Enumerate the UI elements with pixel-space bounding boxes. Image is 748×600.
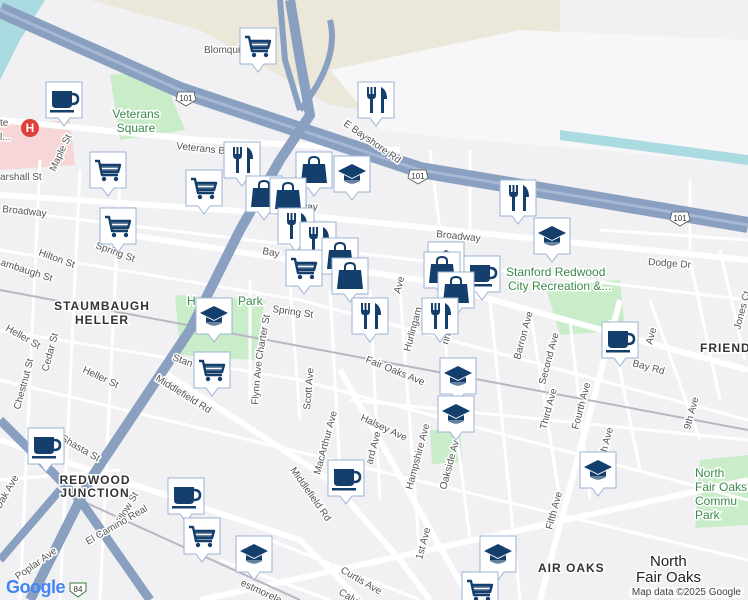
map-attribution: Map data ©2025 Google bbox=[628, 587, 744, 598]
area-fair-oaks: AIR OAKS bbox=[538, 561, 605, 575]
google-logo: Google bbox=[6, 577, 66, 598]
place-stanford-rec-2: City Recreation &... bbox=[508, 279, 611, 293]
pin-shopping-cart-8[interactable] bbox=[461, 571, 499, 600]
hospital-marker[interactable]: H bbox=[21, 119, 39, 137]
place-nfo-park-3: Commu bbox=[695, 494, 737, 508]
google-logo-text: Google bbox=[6, 577, 66, 597]
place-nfo-park-4: Park bbox=[695, 508, 721, 522]
svg-text:84: 84 bbox=[74, 585, 83, 594]
svg-text:H: H bbox=[26, 121, 35, 135]
area-redwood: REDWOOD bbox=[60, 473, 131, 487]
place-hoover-park-h: H bbox=[187, 294, 196, 308]
street-marshall: arshall St bbox=[0, 172, 42, 183]
place-stanford-rec-1: Stanford Redwood bbox=[506, 265, 605, 279]
area-heller: HELLER bbox=[75, 313, 129, 327]
area-staumbaugh: STAUMBAUGH bbox=[54, 299, 150, 313]
svg-text:101: 101 bbox=[673, 214, 687, 223]
place-nfo-park-1: North bbox=[695, 466, 724, 480]
city-fair-oaks: Fair Oaks bbox=[636, 569, 701, 586]
city-north: North bbox=[650, 553, 687, 570]
area-junction: JUNCTION bbox=[60, 486, 129, 500]
map-canvas[interactable]: 101 101 101 84 H te l... Blomquist St Ve… bbox=[0, 0, 748, 600]
hospital-label-2: l... bbox=[0, 132, 11, 143]
hospital-label-1: te bbox=[0, 118, 9, 129]
place-veterans-square-1: Veterans bbox=[112, 107, 159, 121]
area-friend: FRIEND bbox=[700, 341, 748, 355]
svg-text:101: 101 bbox=[179, 94, 193, 103]
place-nfo-park-2: Fair Oaks bbox=[695, 480, 747, 494]
svg-text:101: 101 bbox=[411, 172, 425, 181]
place-veterans-square-2: Square bbox=[117, 121, 156, 135]
place-hoover-park: Park bbox=[238, 294, 264, 308]
